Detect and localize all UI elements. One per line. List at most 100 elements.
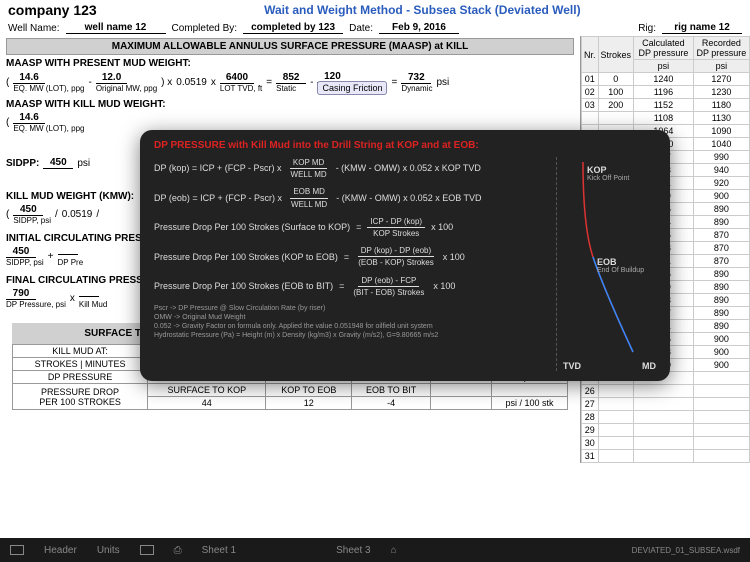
footer-filename: DEVIATED_01_SUBSEA.wsdf [632, 546, 740, 555]
table-cell [634, 450, 694, 463]
table-cell: 1152 [634, 99, 694, 112]
tvd-label: TVD [563, 361, 581, 371]
table-row: 0210011961230 [582, 86, 750, 99]
footer-units-tab[interactable]: Units [97, 545, 120, 556]
table-cell: 03 [582, 99, 599, 112]
f5-num: DP (eob) - FCP [358, 275, 419, 287]
page-title: Wait and Weight Method - Subsea Stack (D… [103, 3, 742, 17]
table-cell: 1270 [693, 73, 749, 86]
f1-den: WELL MD [288, 169, 330, 180]
sidpp-val[interactable]: 450 [43, 157, 73, 169]
table-cell [598, 385, 634, 398]
table-row: 31 [582, 450, 750, 463]
maasp-kill-label: MAASP WITH KILL MUD WEIGHT: [6, 99, 574, 110]
table-row: 01012401270 [582, 73, 750, 86]
kop-sublabel: Kick Off Point [587, 175, 629, 182]
table-cell: 870 [693, 255, 749, 268]
formula-overlay: DP PRESSURE with Kill Mud into the Drill… [140, 130, 670, 381]
pd-val-0: 44 [148, 397, 266, 410]
home-icon[interactable]: ⌂ [391, 545, 397, 556]
table-cell: 1040 [693, 138, 749, 151]
table-cell [693, 398, 749, 411]
eq-mw-sublabel: EQ. MW (LOT), ppg [13, 84, 84, 93]
eob-sublabel: End Of Buildup [597, 267, 644, 274]
pd-col-2: EOB TO BIT [352, 384, 431, 397]
table-cell: 31 [582, 450, 599, 463]
fcp-dp-val[interactable]: 790 [6, 288, 36, 300]
f3-x100: x 100 [431, 221, 453, 234]
eq-mw-val[interactable]: 14.6 [13, 72, 44, 84]
table-cell [598, 112, 634, 125]
table-row: 26 [582, 385, 750, 398]
f2-num: EOB MD [290, 186, 328, 198]
wellname-label: Well Name: [8, 23, 60, 34]
f5-den: (BIT - EOB) Strokes [350, 287, 427, 298]
completedby-label: Completed By: [172, 23, 238, 34]
table-cell: 27 [582, 398, 599, 411]
f5-eq: = [339, 280, 344, 293]
table-cell: 0 [598, 73, 634, 86]
table-cell [634, 411, 694, 424]
pd-col-0: SURFACE TO KOP [148, 384, 266, 397]
f1-lhs: DP (kop) = ICP + (FCP - Pscr) x [154, 162, 282, 175]
orig-mw-sublabel: Original MW, ppg [96, 84, 157, 93]
table-cell: 1180 [693, 99, 749, 112]
print-icon[interactable]: ⎙ [174, 545, 182, 556]
kmw-sidpp-val[interactable]: 450 [13, 204, 43, 216]
f3-den: KOP Strokes [370, 228, 422, 239]
table-cell [634, 398, 694, 411]
table-cell: 990 [693, 151, 749, 164]
fcp-kmw-sublabel: Kill Mud [79, 300, 107, 309]
footer-sheet3-tab[interactable]: Sheet 3 [336, 545, 370, 556]
maasp-present-label: MAASP WITH PRESENT MUD WEIGHT: [6, 58, 574, 69]
pd-val-1: 12 [266, 397, 352, 410]
icp-sidpp-val[interactable]: 450 [6, 246, 36, 258]
table-cell [598, 424, 634, 437]
table-cell: 890 [693, 203, 749, 216]
table-cell: 900 [693, 333, 749, 346]
table-cell: 890 [693, 268, 749, 281]
kill-eq-mw-val[interactable]: 14.6 [13, 112, 44, 124]
table-cell: 890 [693, 281, 749, 294]
f3-num: ICP - DP (kop) [367, 216, 425, 228]
table-cell [634, 385, 694, 398]
wellname-field[interactable]: well name 12 [66, 22, 166, 34]
table-cell [693, 450, 749, 463]
footer-header-tab[interactable]: Header [44, 545, 77, 556]
pd-col-1: KOP TO EOB [266, 384, 352, 397]
table-row: 28 [582, 411, 750, 424]
table-cell: 29 [582, 424, 599, 437]
table-cell: 890 [693, 294, 749, 307]
table-cell [693, 372, 749, 385]
th-calc: Calculated DP pressure [634, 37, 694, 60]
f5-lhs: Pressure Drop Per 100 Strokes (EOB to BI… [154, 280, 333, 293]
f4-x100: x 100 [443, 251, 465, 264]
lot-tvd-val[interactable]: 6400 [220, 72, 254, 84]
f4-eq: = [344, 251, 349, 264]
date-field[interactable]: Feb 9, 2016 [379, 22, 459, 34]
table-cell: 1240 [634, 73, 694, 86]
f3-eq: = [356, 221, 361, 234]
table-cell: 890 [693, 216, 749, 229]
dynamic-val: 732 [401, 72, 431, 84]
sidpp-label: SIDPP: [6, 158, 39, 169]
rig-field[interactable]: rig name 12 [662, 22, 742, 34]
table-cell [693, 424, 749, 437]
table-cell [693, 385, 749, 398]
table-cell: 1108 [634, 112, 694, 125]
static-sublabel: Static [276, 84, 306, 93]
table-cell: 28 [582, 411, 599, 424]
mail-icon-2[interactable] [140, 545, 154, 555]
mail-icon[interactable] [10, 545, 24, 555]
fcp-dp-sublabel: DP Pressure, psi [6, 300, 66, 309]
completedby-field[interactable]: completed by 123 [243, 22, 343, 34]
casing-friction-button[interactable]: Casing Friction [317, 81, 387, 95]
table-cell: 02 [582, 86, 599, 99]
f4-lhs: Pressure Drop Per 100 Strokes (KOP to EO… [154, 251, 338, 264]
kill-eq-mw-sublabel: EQ. MW (LOT), ppg [13, 124, 84, 133]
footer-sheet1-tab[interactable]: Sheet 1 [202, 545, 236, 556]
minutes-label: MINUTES [85, 359, 126, 369]
f3-lhs: Pressure Drop Per 100 Strokes (Surface t… [154, 221, 350, 234]
table-cell [598, 398, 634, 411]
orig-mw-val[interactable]: 12.0 [96, 72, 127, 84]
